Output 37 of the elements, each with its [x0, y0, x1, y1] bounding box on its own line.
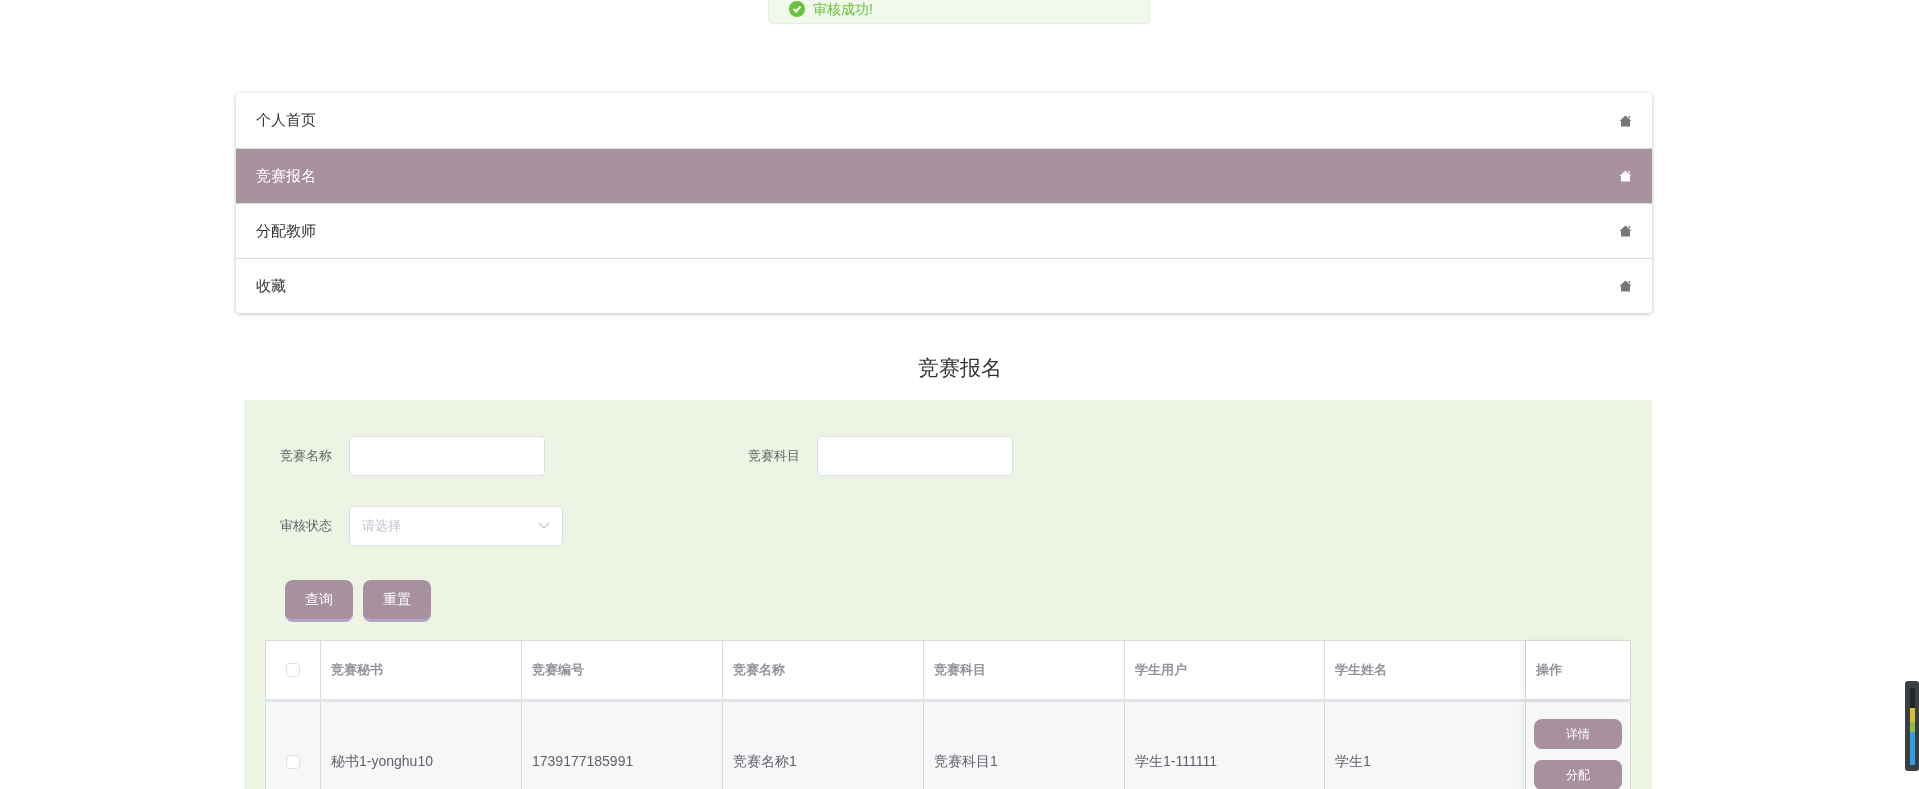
home-icon — [1619, 280, 1632, 292]
column-header: 学生姓名 — [1325, 640, 1526, 699]
table-cell-text: 学生1-111111 — [1135, 752, 1217, 771]
row-action-button[interactable]: 分配 — [1534, 759, 1622, 789]
menu-item[interactable]: 竞赛报名 — [236, 148, 1652, 203]
filter-label: 竞赛科目 — [748, 446, 801, 465]
column-header: 竞赛科目 — [924, 640, 1125, 699]
table-cell-text: 1739177185991 — [532, 752, 634, 771]
menu-item[interactable]: 个人首页 — [236, 93, 1652, 148]
home-icon — [1619, 114, 1632, 127]
filter-label: 审核状态 — [280, 516, 333, 535]
checkbox[interactable] — [286, 662, 300, 677]
table-cell-text: 竞赛名称1 — [733, 752, 797, 771]
chevron-down-icon — [538, 521, 550, 530]
column-header: 竞赛秘书 — [321, 640, 522, 699]
menu-item[interactable]: 收藏 — [236, 258, 1652, 313]
table-cell-text: 学生1 — [1335, 752, 1371, 771]
column-header: 竞赛名称 — [723, 640, 924, 699]
page-title: 竞赛报名 — [917, 355, 1002, 381]
row-action-button[interactable]: 详情 — [1534, 718, 1622, 749]
form-button[interactable]: 查询 — [285, 579, 353, 622]
table-cell-text: 竞赛科目1 — [934, 752, 998, 771]
text-field[interactable] — [349, 435, 545, 476]
column-header: 学生用户 — [1125, 640, 1325, 699]
home-icon — [1619, 170, 1632, 182]
column-header: 操作 — [1526, 640, 1630, 699]
table-cell-text: 秘书1-yonghu10 — [331, 752, 433, 771]
select-field[interactable]: 请选择 — [349, 505, 563, 546]
filter-label: 竞赛名称 — [280, 446, 333, 465]
form-button[interactable]: 重置 — [363, 579, 431, 622]
check-icon — [789, 1, 805, 17]
menu-item[interactable]: 分配教师 — [236, 203, 1652, 258]
checkbox[interactable] — [286, 754, 300, 769]
home-icon — [1619, 225, 1632, 237]
toast-message: 审核成功! — [813, 0, 873, 19]
column-header: 竞赛编号 — [522, 640, 723, 699]
text-field[interactable] — [817, 435, 1013, 476]
